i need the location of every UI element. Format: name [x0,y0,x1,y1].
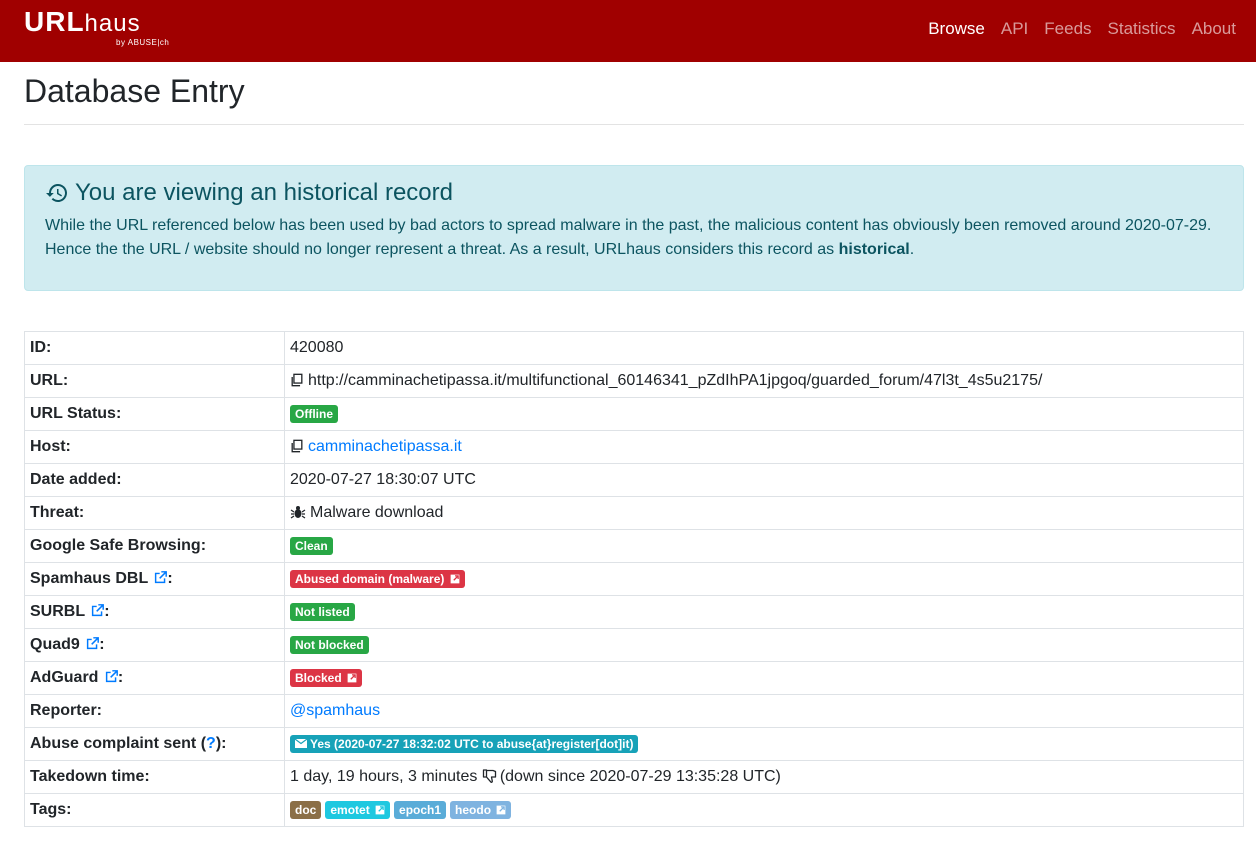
reporter-label: Reporter: [24,694,285,728]
url-label: URL: [24,364,285,398]
table-row: URL: http://camminachetipassa.it/multifu… [24,364,1244,398]
abuse-help-link[interactable]: ? [206,735,216,752]
external-link-icon[interactable] [105,670,118,683]
table-row: Takedown time: 1 day, 19 hours, 3 minute… [24,760,1244,794]
entry-table: ID: 420080 URL: http://camminachetipassa… [24,331,1244,827]
takedown-label: Takedown time: [24,760,285,794]
threat-value: Malware download [310,504,444,521]
host-link[interactable]: camminachetipassa.it [308,438,462,455]
table-row: Reporter: @spamhaus [24,694,1244,728]
reporter-link[interactable]: @spamhaus [290,702,380,719]
main-container: Database Entry You are viewing an histor… [24,62,1244,827]
table-row: Tags: doc emotet epoch1 heodo [24,793,1244,827]
spamhaus-badge[interactable]: Abused domain (malware) [290,569,465,588]
alert-title: You are viewing an historical record [45,178,1223,208]
nav-api[interactable]: API [1001,19,1028,39]
quad9-label: Quad9 [30,636,80,653]
thumbs-down-icon [482,769,496,783]
history-icon [46,184,67,202]
logo-text: URLhaus [24,6,141,38]
table-row: Spamhaus DBL : Abused domain (malware) [24,562,1244,596]
table-row: ID: 420080 [24,331,1244,365]
takedown-since: (down since 2020-07-29 13:35:28 UTC) [499,768,781,785]
alert-body-bold: historical [838,241,910,258]
adguard-label: AdGuard [30,669,99,686]
tags-label: Tags: [24,793,285,827]
abuse-label: Abuse complaint sent (?): [24,727,285,761]
gsb-badge: Clean [290,536,333,555]
external-link-icon [450,574,460,584]
nav-feeds[interactable]: Feeds [1044,19,1091,39]
table-row: URL Status: Offline [24,397,1244,431]
status-label: URL Status: [24,397,285,431]
tag-doc[interactable]: doc [290,800,322,819]
table-row: Abuse complaint sent (?): Yes (2020-07-2… [24,727,1244,761]
date-label: Date added: [24,463,285,497]
external-link-icon[interactable] [154,571,168,584]
adguard-badge[interactable]: Blocked [290,668,363,687]
spamhaus-label: Spamhaus DBL [30,570,148,587]
historical-alert: You are viewing an historical record Whi… [24,165,1244,291]
external-link-icon [375,805,385,815]
takedown-time: 1 day, 19 hours, 3 minutes [290,768,478,785]
table-row: SURBL : Not listed [24,595,1244,629]
table-row: Google Safe Browsing: Clean [24,529,1244,563]
date-value: 2020-07-27 18:30:07 UTC [284,463,1244,497]
surbl-label: SURBL [30,603,85,620]
host-label: Host: [24,430,285,464]
urlhaus-logo[interactable]: URLhaus by ABUSE|ch [24,6,169,48]
threat-label: Threat: [24,496,285,530]
nav-links: Browse API Feeds Statistics About [928,19,1236,39]
tag-epoch1[interactable]: epoch1 [394,800,447,819]
url-value: http://camminachetipassa.it/multifunctio… [308,372,1043,389]
table-row: Host: camminachetipassa.it [24,430,1244,464]
gsb-label: Google Safe Browsing: [24,529,285,563]
table-row: Date added: 2020-07-27 18:30:07 UTC [24,463,1244,497]
envelope-icon [294,738,308,748]
logo-subtitle: by ABUSE|ch [116,38,170,47]
id-label: ID: [24,331,285,365]
status-badge: Offline [290,404,338,423]
navbar: URLhaus by ABUSE|ch Browse API Feeds Sta… [0,0,1256,62]
table-row: Quad9 : Not blocked [24,628,1244,662]
id-value: 420080 [284,331,1244,365]
table-row: AdGuard : Blocked [24,661,1244,695]
external-link-icon[interactable] [86,637,100,650]
copy-icon[interactable] [290,439,304,453]
page-title: Database Entry [24,72,1244,125]
table-row: Threat: Malware download [24,496,1244,530]
alert-title-text: You are viewing an historical record [75,179,453,206]
nav-statistics[interactable]: Statistics [1108,19,1176,39]
tag-heodo[interactable]: heodo [450,800,512,819]
tag-emotet[interactable]: emotet [325,800,391,819]
bug-icon [290,506,306,519]
quad9-badge: Not blocked [290,635,369,654]
copy-icon[interactable] [290,373,304,387]
external-link-icon[interactable] [91,604,105,617]
alert-body: While the URL referenced below has been … [45,217,1212,258]
external-link-icon [497,805,506,815]
abuse-badge: Yes (2020-07-27 18:32:02 UTC to abuse{at… [290,734,639,753]
nav-about[interactable]: About [1192,19,1236,39]
nav-browse[interactable]: Browse [928,19,985,39]
surbl-badge: Not listed [290,602,355,621]
external-link-icon [347,673,357,683]
